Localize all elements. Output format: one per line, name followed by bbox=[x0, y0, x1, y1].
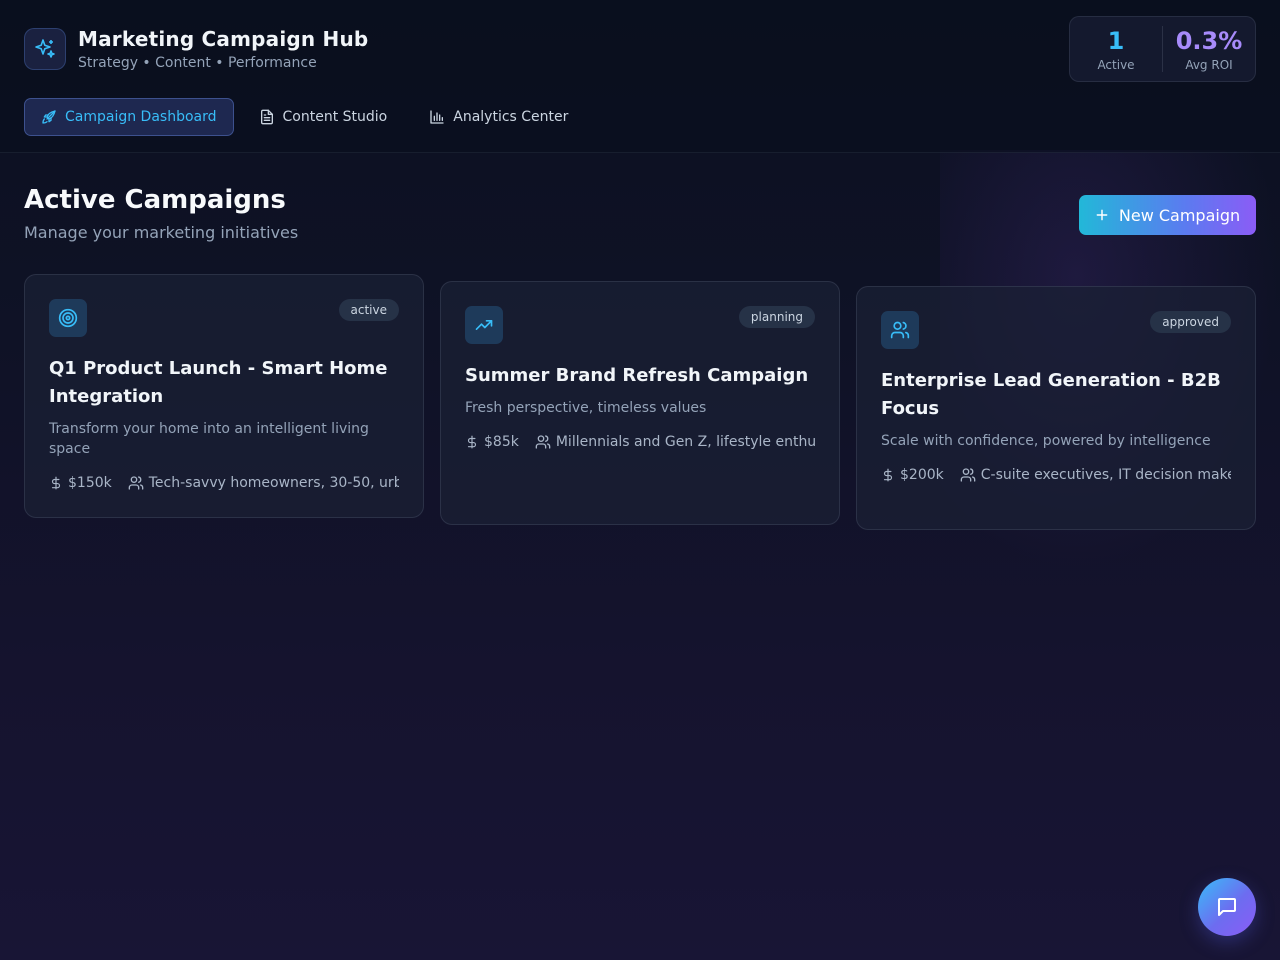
status-badge: planning bbox=[738, 306, 815, 328]
page-title: Active Campaigns bbox=[24, 185, 286, 215]
trending-up-icon bbox=[474, 315, 494, 335]
tab-label: Analytics Center bbox=[453, 109, 569, 125]
top-header: Marketing Campaign Hub Strategy • Conten… bbox=[0, 0, 1280, 153]
campaign-title: Summer Brand Refresh Campaign bbox=[465, 365, 809, 386]
card-icon-box bbox=[881, 311, 919, 349]
campaign-title: Q1 Product Launch - Smart Home Integrati… bbox=[49, 358, 388, 407]
stat-roi-value: 0.3% bbox=[1175, 27, 1243, 55]
audience-value: Tech-savvy homeowners, 30-50, urban area… bbox=[148, 475, 399, 491]
tab-analytics-center[interactable]: Analytics Center bbox=[412, 98, 585, 136]
campaign-card[interactable]: approved Enterprise Lead Generation - B2… bbox=[856, 286, 1256, 530]
chat-bubble-icon bbox=[1215, 895, 1239, 919]
campaign-description: Scale with confidence, powered by intell… bbox=[881, 433, 1211, 449]
stats-panel: 1 Active 0.3% Avg ROI bbox=[1069, 16, 1256, 82]
card-icon-box bbox=[49, 299, 87, 337]
campaign-title: Enterprise Lead Generation - B2B Focus bbox=[881, 370, 1221, 419]
budget-value: $200k bbox=[900, 467, 944, 483]
users-icon bbox=[960, 467, 976, 483]
stat-roi: 0.3% Avg ROI bbox=[1162, 26, 1255, 72]
campaign-meta: $85k Millennials and Gen Z, lifestyle en… bbox=[465, 434, 815, 450]
status-badge: approved bbox=[1150, 311, 1231, 333]
chat-button[interactable] bbox=[1198, 878, 1256, 936]
dollar-icon bbox=[49, 475, 63, 491]
plus-icon bbox=[1095, 208, 1109, 222]
tab-campaign-dashboard[interactable]: Campaign Dashboard bbox=[24, 98, 234, 136]
campaign-description: Fresh perspective, timeless values bbox=[465, 400, 707, 416]
tab-label: Content Studio bbox=[282, 109, 388, 125]
audience: Tech-savvy homeowners, 30-50, urban area… bbox=[128, 475, 399, 491]
tab-content-studio[interactable]: Content Studio bbox=[242, 98, 405, 136]
stat-active-value: 1 bbox=[1107, 27, 1125, 55]
campaign-card[interactable]: planning Summer Brand Refresh Campaign F… bbox=[440, 281, 840, 525]
document-icon bbox=[259, 109, 275, 125]
dollar-icon bbox=[881, 467, 895, 483]
campaign-card[interactable]: active Q1 Product Launch - Smart Home In… bbox=[24, 274, 424, 518]
campaign-meta: $150k Tech-savvy homeowners, 30-50, urba… bbox=[49, 475, 399, 491]
audience: Millennials and Gen Z, lifestyle enthusi… bbox=[535, 434, 815, 450]
status-badge: active bbox=[338, 299, 399, 321]
audience: C-suite executives, IT decision makers, … bbox=[960, 467, 1231, 483]
budget: $150k bbox=[49, 475, 112, 491]
budget: $85k bbox=[465, 434, 519, 450]
main-tabs: Campaign Dashboard Content Studio Analyt… bbox=[24, 98, 585, 136]
new-campaign-button[interactable]: New Campaign bbox=[1079, 195, 1256, 235]
budget-value: $150k bbox=[68, 475, 112, 491]
campaign-description: Transform your home into an intelligent … bbox=[49, 421, 369, 457]
users-icon bbox=[128, 475, 144, 491]
app-title: Marketing Campaign Hub bbox=[78, 27, 369, 51]
rocket-icon bbox=[41, 109, 57, 125]
budget: $200k bbox=[881, 467, 944, 483]
dollar-icon bbox=[465, 434, 479, 450]
users-icon bbox=[535, 434, 551, 450]
audience-value: C-suite executives, IT decision makers, … bbox=[980, 467, 1231, 483]
page-subtitle: Manage your marketing initiatives bbox=[24, 223, 299, 242]
target-icon bbox=[58, 308, 78, 328]
stat-active-label: Active bbox=[1097, 58, 1135, 72]
stat-roi-label: Avg ROI bbox=[1185, 58, 1233, 72]
campaign-meta: $200k C-suite executives, IT decision ma… bbox=[881, 467, 1231, 483]
new-campaign-label: New Campaign bbox=[1118, 205, 1241, 225]
app-subtitle: Strategy • Content • Performance bbox=[78, 55, 317, 71]
tab-label: Campaign Dashboard bbox=[65, 109, 217, 125]
stat-active: 1 Active bbox=[1070, 26, 1162, 72]
card-icon-box bbox=[465, 306, 503, 344]
budget-value: $85k bbox=[484, 434, 519, 450]
audience-value: Millennials and Gen Z, lifestyle enthusi… bbox=[555, 434, 815, 450]
users-icon bbox=[890, 320, 910, 340]
bar-chart-icon bbox=[429, 109, 445, 125]
app-logo bbox=[24, 28, 66, 70]
sparkles-icon bbox=[33, 37, 57, 61]
